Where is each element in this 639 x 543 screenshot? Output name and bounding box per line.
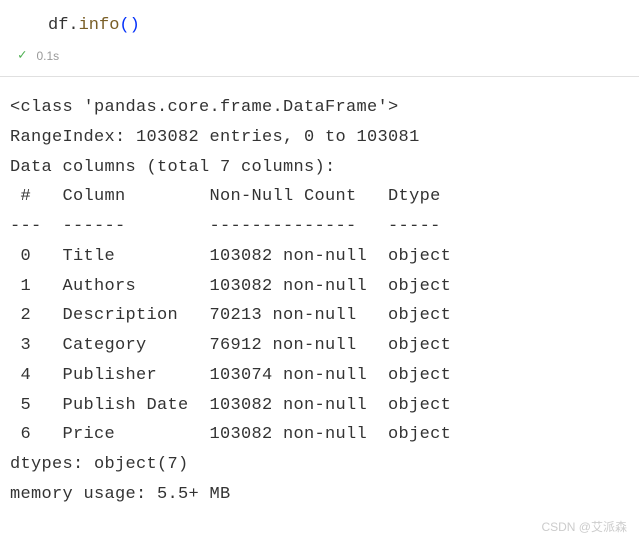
table-row: 6 Price 103082 non-null object <box>10 425 451 444</box>
execution-time: 0.1s <box>36 49 59 63</box>
output-data-columns: Data columns (total 7 columns): <box>10 158 336 177</box>
table-row: 4 Publisher 103074 non-null object <box>10 366 451 385</box>
output-table-divider: --- ------ -------------- ----- <box>10 217 451 236</box>
table-row: 2 Description 70213 non-null object <box>10 306 451 325</box>
table-row: 5 Publish Date 103082 non-null object <box>10 396 451 415</box>
watermark: CSDN @艾派森 <box>541 518 627 535</box>
code-method: info <box>79 16 120 35</box>
code-parentheses: () <box>119 16 139 35</box>
table-row: 1 Authors 103082 non-null object <box>10 277 451 296</box>
code-variable: df <box>48 16 68 35</box>
table-row: 0 Title 103082 non-null object <box>10 247 451 266</box>
execution-status-row: ✓ 0.1s <box>0 43 639 77</box>
table-row: 3 Category 76912 non-null object <box>10 336 451 355</box>
output-dtypes: dtypes: object(7) <box>10 455 189 474</box>
success-check-icon: ✓ <box>18 47 26 64</box>
output-table-header: # Column Non-Null Count Dtype <box>10 187 451 206</box>
output-memory: memory usage: 5.5+ MB <box>10 485 231 504</box>
output-area: <class 'pandas.core.frame.DataFrame'> Ra… <box>0 77 639 526</box>
output-class-line: <class 'pandas.core.frame.DataFrame'> <box>10 98 399 117</box>
code-input-cell[interactable]: df.info() <box>0 0 639 43</box>
code-dot: . <box>68 16 78 35</box>
output-range-index: RangeIndex: 103082 entries, 0 to 103081 <box>10 128 420 147</box>
